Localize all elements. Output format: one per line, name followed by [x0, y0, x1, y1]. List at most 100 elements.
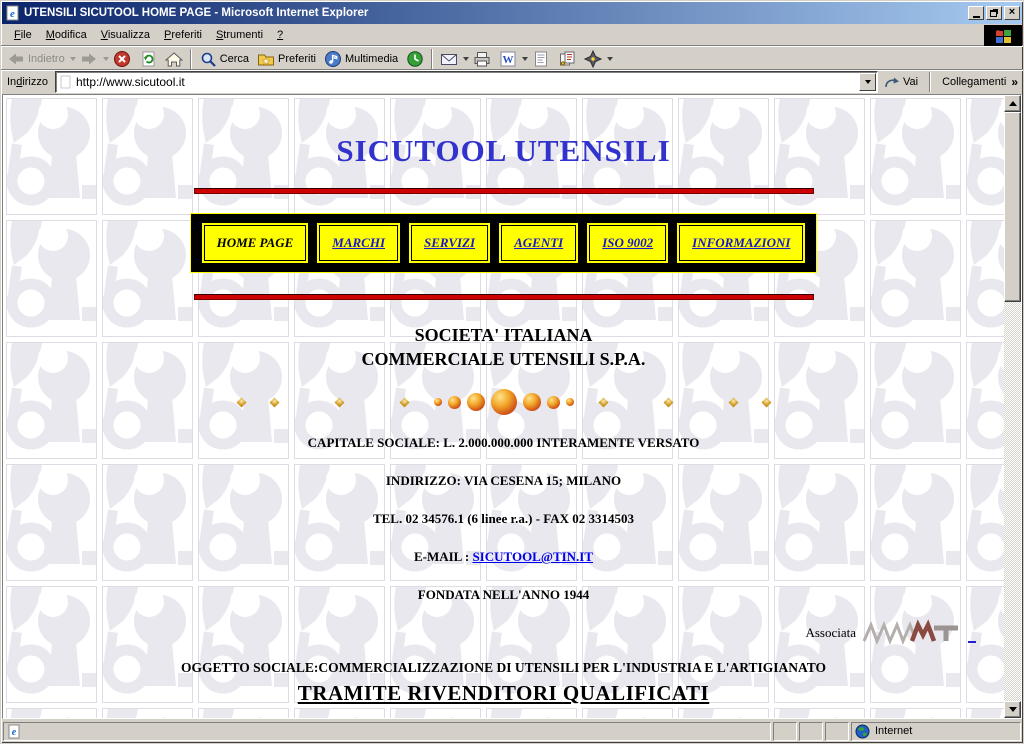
back-button[interactable]: Indietro [3, 48, 69, 70]
email-label: E-MAIL : [414, 549, 469, 564]
page-content: SICUTOOL UTENSILI HOME PAGE MARCHI SERVI… [3, 95, 1004, 718]
standard-toolbar: Indietro [1, 46, 1023, 70]
sphere-divider [3, 388, 1004, 416]
page-icon [59, 75, 73, 89]
association-row: Associata [3, 619, 1004, 647]
page-title: SICUTOOL UTENSILI [3, 131, 1004, 171]
media-button[interactable]: Multimedia [320, 48, 402, 70]
scroll-up-button[interactable] [1004, 95, 1021, 112]
refresh-button[interactable] [135, 48, 161, 70]
red-rule-bottom [194, 294, 814, 300]
search-button[interactable]: Cerca [195, 48, 253, 70]
menu-visualizza[interactable]: Visualizza [94, 26, 157, 44]
history-button[interactable] [402, 48, 428, 70]
status-zone-panel: Internet [851, 722, 1021, 741]
associated-label: Associata [805, 625, 856, 641]
favorites-button[interactable]: Preferiti [253, 48, 320, 70]
svg-text:W: W [503, 54, 514, 66]
vertical-scrollbar[interactable] [1004, 95, 1021, 718]
security-zone-label: Internet [875, 725, 912, 737]
nav-informazioni[interactable]: INFORMAZIONI [677, 223, 805, 263]
forward-arrow-icon [80, 50, 98, 68]
nav-bar-wrap: HOME PAGE MARCHI SERVIZI AGENTI ISO 9002… [3, 194, 1004, 273]
gold-diamond-sparkle [334, 397, 344, 407]
company-line-1: SOCIETA' ITALIANA [3, 323, 1004, 347]
internet-globe-icon [855, 724, 870, 739]
gold-diamond-sparkle [761, 397, 771, 407]
restore-icon [990, 10, 997, 17]
go-arrow-icon [884, 75, 900, 89]
mail-button[interactable] [436, 48, 462, 70]
edit-button[interactable] [528, 48, 554, 70]
gold-diamond-sparkle [663, 397, 673, 407]
gold-sphere [467, 393, 485, 411]
messenger-dropdown-caret[interactable] [607, 57, 613, 61]
mail-icon [440, 50, 458, 68]
media-icon [324, 50, 342, 68]
triangle-down-icon [1009, 707, 1017, 712]
address-label: Indirizzo [4, 76, 55, 88]
discuss-icon [558, 50, 576, 68]
address-field[interactable] [55, 71, 878, 93]
stop-button[interactable] [109, 48, 135, 70]
company-line-2: COMMERCIALE UTENSILI S.P.A. [3, 347, 1004, 371]
menu-strumenti[interactable]: Strumenti [209, 26, 270, 44]
gold-diamond-sparkle [598, 397, 608, 407]
scroll-down-button[interactable] [1004, 701, 1021, 718]
go-button[interactable]: Vai [878, 73, 926, 91]
nav-iso-9002[interactable]: ISO 9002 [587, 223, 668, 263]
menu-bar: File Modifica Visualizza Preferiti Strum… [1, 24, 1023, 46]
address-line: INDIRIZZO: VIA CESENA 15; MILANO [3, 473, 1004, 489]
email-link[interactable]: SICUTOOL@TIN.IT [472, 549, 593, 564]
gold-sphere [566, 398, 574, 406]
menu-help[interactable]: ? [270, 26, 290, 44]
svg-text:e: e [10, 8, 15, 20]
status-mini-panel [773, 722, 797, 741]
assomut-logo [862, 619, 962, 647]
email-line: E-MAIL : SICUTOOL@TIN.IT [3, 549, 1004, 565]
nav-agenti[interactable]: AGENTI [499, 223, 578, 263]
restore-button[interactable] [986, 6, 1002, 20]
title-bar: e UTENSILI SICUTOOL HOME PAGE - Microsof… [2, 2, 1022, 24]
gold-sphere [523, 393, 541, 411]
gold-sphere [448, 396, 461, 409]
nav-marchi[interactable]: MARCHI [317, 223, 400, 263]
gold-diamond-sparkle [399, 397, 409, 407]
nav-home-page[interactable]: HOME PAGE [202, 223, 309, 263]
toolbar-separator [190, 49, 192, 69]
address-dropdown-button[interactable] [859, 73, 876, 91]
status-bar: e Internet [1, 719, 1023, 743]
scrollbar-track[interactable] [1004, 112, 1021, 701]
menu-preferiti[interactable]: Preferiti [157, 26, 209, 44]
print-button[interactable] [469, 48, 495, 70]
links-bar[interactable]: Collegamenti » [934, 75, 1020, 89]
svg-text:e: e [12, 727, 17, 738]
window-title: UTENSILI SICUTOOL HOME PAGE - Microsoft … [24, 7, 966, 19]
word-edit-icon: W [499, 50, 517, 68]
business-purpose-line: OGGETTO SOCIALE:COMMERCIALIZZAZIONE DI U… [3, 660, 1004, 676]
chevron-down-icon [865, 80, 871, 84]
menu-file[interactable]: File [7, 26, 39, 44]
chevron-right-icon[interactable]: » [1011, 75, 1018, 89]
ie-page-icon: e [7, 724, 21, 739]
scrollbar-thumb[interactable] [1004, 112, 1021, 302]
messenger-button[interactable] [580, 48, 606, 70]
minimize-button[interactable] [968, 6, 984, 20]
gold-diamond-sparkle [269, 397, 279, 407]
edit-with-word-button[interactable]: W [495, 48, 521, 70]
address-input[interactable] [76, 73, 859, 91]
menu-modifica[interactable]: Modifica [39, 26, 94, 44]
home-button[interactable] [161, 48, 187, 70]
forward-button[interactable] [76, 48, 102, 70]
phone-line: TEL. 02 34576.1 (6 linee r.a.) - FAX 02 … [3, 511, 1004, 527]
close-button[interactable]: × [1004, 6, 1020, 20]
triangle-up-icon [1009, 101, 1017, 106]
browser-viewport: SICUTOOL UTENSILI HOME PAGE MARCHI SERVI… [2, 94, 1022, 719]
main-navigation: HOME PAGE MARCHI SERVIZI AGENTI ISO 9002… [190, 213, 818, 273]
founded-line: FONDATA NELL'ANNO 1944 [3, 587, 1004, 603]
capital-line: CAPITALE SOCIALE: L. 2.000.000.000 INTER… [3, 435, 1004, 451]
discuss-button[interactable] [554, 48, 580, 70]
logo-link-underline[interactable] [968, 641, 976, 643]
nav-servizi[interactable]: SERVIZI [409, 223, 490, 263]
gold-diamond-sparkle [236, 397, 246, 407]
